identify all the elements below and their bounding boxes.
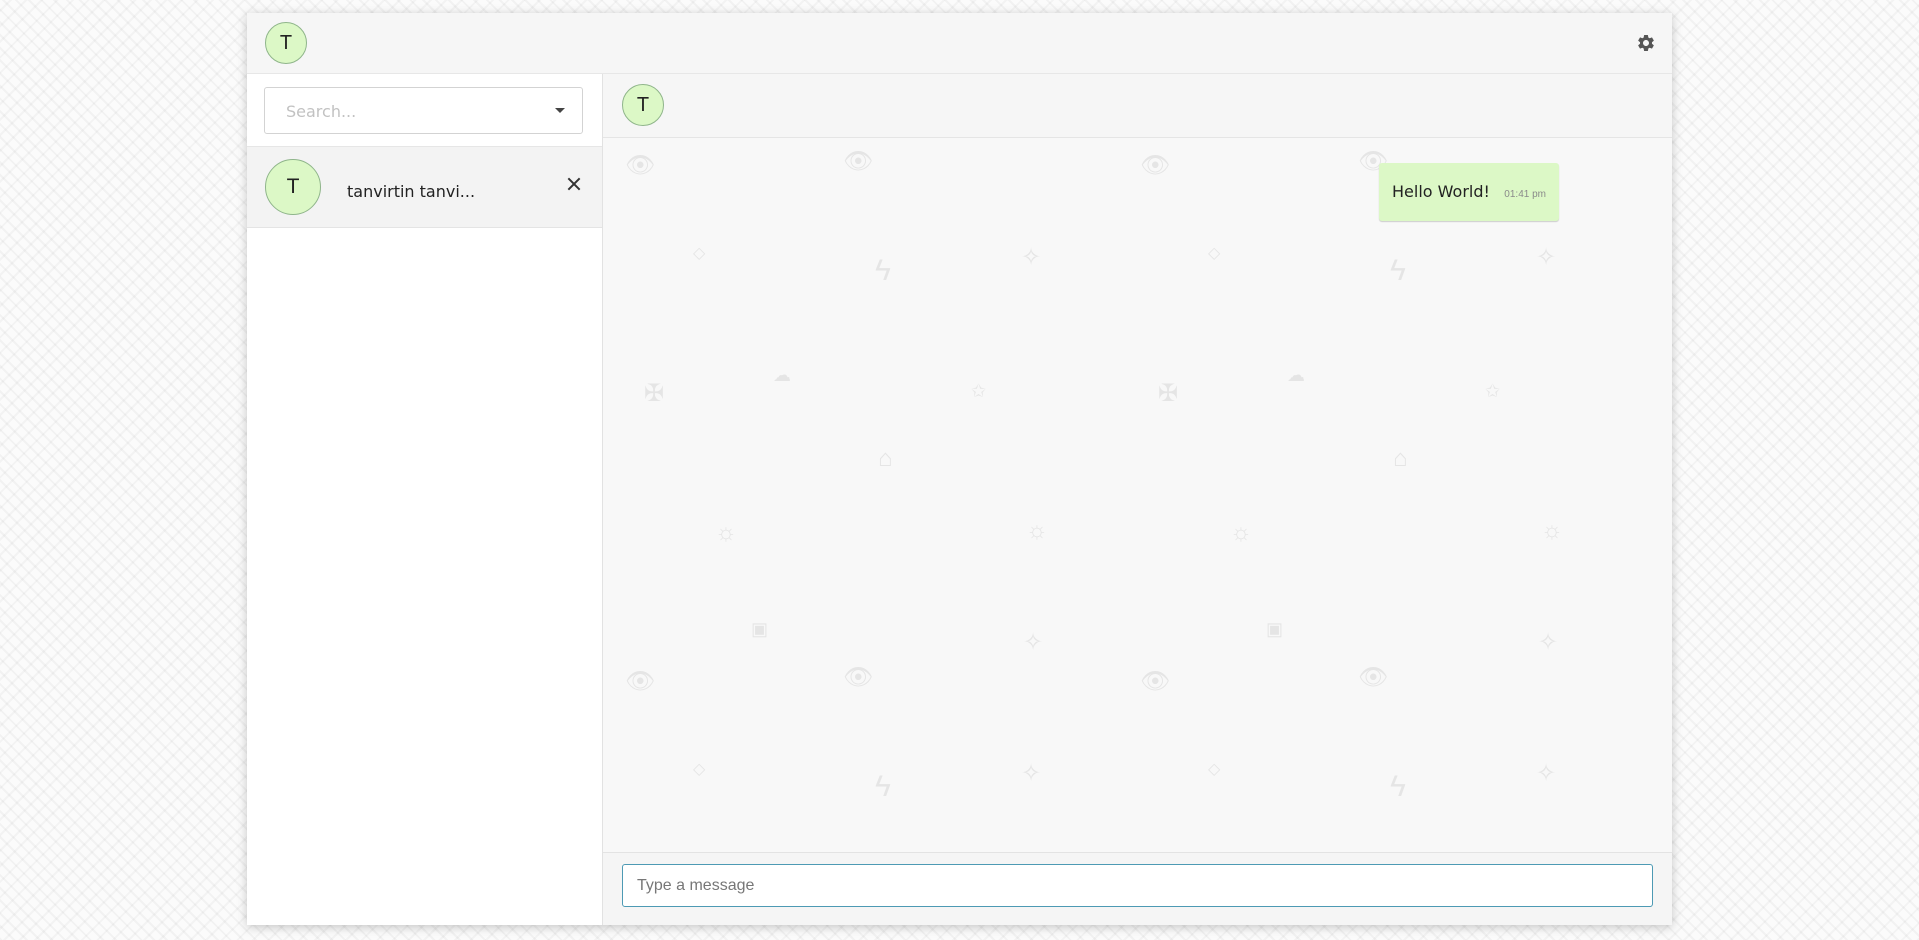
- star-doodle-icon: ✩: [971, 381, 987, 401]
- message-area: 👁 👁 👁 👁 ◇ ϟ ✧ ◇ ϟ ✧ ✠ ☁ ✩ ✠ ☁ ✩ ⌂ ⌂ ☼ ☼ …: [603, 138, 1672, 852]
- house-doodle-icon: ⌂: [878, 445, 893, 472]
- sparkle-doodle-icon: ✧: [1536, 760, 1557, 787]
- sun-doodle-icon: ☼: [1230, 519, 1252, 546]
- sparkle-doodle-icon: ✧: [1538, 629, 1559, 656]
- sun-doodle-icon: ☼: [1541, 517, 1563, 544]
- bolt-doodle-icon: ϟ: [1390, 254, 1406, 287]
- cloud-doodle-icon: ☁: [773, 365, 791, 385]
- box-doodle-icon: ▣: [751, 619, 769, 639]
- diamond-doodle-icon: ◇: [1208, 245, 1221, 262]
- chat-panel: T 👁 👁 👁 👁 ◇ ϟ ✧ ◇ ϟ ✧ ✠ ☁ ✩ ✠ ☁ ✩ ⌂ ⌂ ☼ …: [603, 74, 1672, 925]
- search-container: [247, 74, 602, 147]
- message-text: Hello World!: [1392, 182, 1490, 201]
- chat-app-window: T T tanvirtin tanvi... T: [247, 13, 1672, 925]
- eye-doodle-icon: 👁: [843, 664, 874, 691]
- eye-doodle-icon: 👁: [843, 148, 874, 175]
- message-composer: [603, 852, 1672, 925]
- bolt-doodle-icon: ϟ: [875, 770, 891, 803]
- diamond-doodle-icon: ◇: [1208, 761, 1221, 778]
- search-input[interactable]: [284, 88, 538, 135]
- cloud-doodle-icon: ☁: [1287, 365, 1305, 385]
- profile-avatar[interactable]: T: [265, 22, 307, 64]
- chat-header: T: [603, 74, 1672, 138]
- sidebar: T tanvirtin tanvi...: [247, 74, 603, 925]
- diamond-doodle-icon: ◇: [693, 761, 706, 778]
- house-doodle-icon: ⌂: [1393, 445, 1408, 472]
- message-bubble-outgoing[interactable]: Hello World! 01:41 pm: [1379, 163, 1559, 221]
- tower-doodle-icon: ✠: [644, 380, 665, 407]
- sparkle-doodle-icon: ✧: [1536, 244, 1557, 271]
- gear-icon: [1638, 34, 1654, 51]
- sparkle-doodle-icon: ✧: [1023, 629, 1044, 656]
- chat-contact-avatar[interactable]: T: [622, 84, 664, 126]
- eye-doodle-icon: 👁: [1140, 668, 1171, 695]
- tower-doodle-icon: ✠: [1158, 380, 1179, 407]
- sparkle-doodle-icon: ✧: [1021, 244, 1042, 271]
- sun-doodle-icon: ☼: [1026, 517, 1048, 544]
- sun-doodle-icon: ☼: [715, 519, 737, 546]
- contact-avatar: T: [265, 159, 321, 215]
- bolt-doodle-icon: ϟ: [875, 254, 891, 287]
- close-icon[interactable]: [567, 177, 581, 191]
- star-doodle-icon: ✩: [1485, 381, 1501, 401]
- background-pattern: 👁 👁 👁 👁 ◇ ϟ ✧ ◇ ϟ ✧ ✠ ☁ ✩ ✠ ☁ ✩ ⌂ ⌂ ☼ ☼ …: [603, 138, 1672, 852]
- contact-name: tanvirtin tanvi...: [347, 182, 476, 201]
- eye-doodle-icon: 👁: [625, 152, 656, 179]
- top-bar: T: [247, 13, 1672, 74]
- eye-doodle-icon: 👁: [1140, 152, 1171, 179]
- eye-doodle-icon: 👁: [625, 668, 656, 695]
- contact-list-empty-area: [247, 228, 602, 925]
- chevron-down-icon[interactable]: [555, 108, 565, 113]
- eye-doodle-icon: 👁: [1358, 664, 1389, 691]
- app-body: T tanvirtin tanvi... T 👁 👁 👁 👁 ◇ ϟ ✧: [247, 74, 1672, 925]
- search-box[interactable]: [264, 87, 583, 135]
- sparkle-doodle-icon: ✧: [1021, 760, 1042, 787]
- message-timestamp: 01:41 pm: [1504, 189, 1546, 200]
- diamond-doodle-icon: ◇: [693, 245, 706, 262]
- settings-button[interactable]: [1635, 32, 1657, 54]
- message-input[interactable]: [622, 864, 1653, 907]
- bolt-doodle-icon: ϟ: [1390, 770, 1406, 803]
- box-doodle-icon: ▣: [1266, 619, 1284, 639]
- contact-list-item[interactable]: T tanvirtin tanvi...: [247, 147, 602, 228]
